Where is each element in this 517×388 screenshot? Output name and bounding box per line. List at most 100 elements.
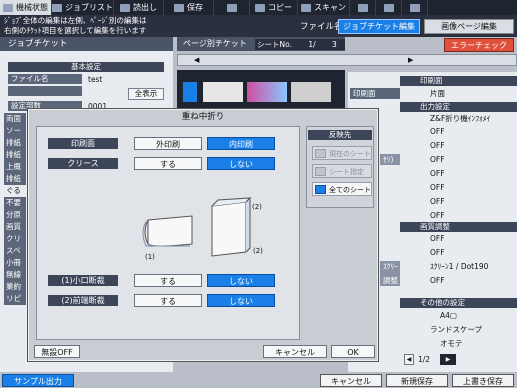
sidebar-item[interactable]: 小冊 (4, 257, 26, 269)
sidebar-item[interactable]: リピ (4, 293, 26, 305)
other-value: ランドスケープ (430, 325, 483, 334)
thumbnail-strip[interactable] (177, 70, 345, 108)
thumbnail[interactable] (247, 82, 287, 102)
checkbox-icon (315, 167, 326, 176)
diagram-label-2a: (2) (252, 203, 262, 211)
disable-button[interactable]: 無設OFF (34, 345, 80, 358)
job-ticket-title: ジョブチケット (0, 37, 173, 51)
pager-next-icon[interactable]: ▶ (440, 354, 456, 365)
sidebar-item[interactable]: 両面 (4, 113, 26, 125)
help-button[interactable] (402, 0, 428, 15)
footer-cancel-button[interactable]: キャンセル (320, 374, 382, 387)
output-row-label[interactable]: ｾﾘ) (380, 154, 400, 165)
error-check-button[interactable]: エラーチェック (444, 38, 514, 52)
sidebar-item[interactable]: クリ (4, 233, 26, 245)
sidebar-item[interactable]: スペ (4, 245, 26, 257)
pager-label: 1/2 (418, 355, 431, 364)
save-new-button[interactable]: 新規保存 (386, 374, 448, 387)
tab-image-page-edit[interactable]: 画像ページ編集 (424, 19, 514, 34)
volume-icon (383, 3, 394, 12)
quality-value: ｽｸﾘｰﾝ1 / Dot190 (430, 262, 489, 271)
quality-section: 画質調整 (400, 222, 517, 232)
output-value: OFF (430, 155, 445, 164)
output-value: OFF (430, 127, 445, 136)
inside-print-button[interactable]: 内印刷 (207, 137, 275, 150)
sidebar-item[interactable]: 排紙 (4, 149, 26, 161)
quality-value: OFF (430, 276, 445, 285)
scan-button[interactable]: スキャン (298, 0, 350, 15)
machine-status-button[interactable]: 機械状態 (0, 0, 52, 15)
copy-button[interactable]: コピー (250, 0, 298, 15)
output-value: OFF (430, 197, 445, 206)
blank-icon (226, 3, 237, 12)
apply-current-sheet-option[interactable]: 現在のシート (312, 146, 372, 160)
top-menu-bar: 機械状態 ジョブリスト 読出し 保存 コピー スキャン (0, 0, 517, 15)
thumbnail[interactable] (291, 82, 331, 102)
volume-button[interactable] (376, 0, 402, 15)
sidebar-item[interactable]: ソー (4, 125, 26, 137)
crease-label: クリース (48, 158, 118, 169)
quality-row-label[interactable]: 調整 (380, 275, 400, 286)
outside-print-button[interactable]: 外印刷 (134, 137, 202, 150)
apply-to-title: 反映先 (308, 130, 372, 140)
output-value: OFF (430, 211, 445, 220)
thumbnail-selected[interactable] (183, 82, 197, 102)
sidebar-item[interactable]: 分原 (4, 209, 26, 221)
gear-icon (357, 3, 368, 12)
filename-field-label: ファイル名 (8, 74, 82, 84)
help-icon (409, 3, 420, 12)
tab-job-ticket-edit[interactable]: ジョブチケット編集 (338, 19, 420, 34)
output-value: OFF (430, 183, 445, 192)
dialog-ok-button[interactable]: OK (331, 345, 375, 358)
apply-all-sheets-option[interactable]: 全てのシート (312, 182, 372, 196)
load-button[interactable]: 読出し (114, 0, 164, 15)
machine-icon (3, 3, 13, 12)
front-trim-label: (2)前端断裁 (48, 295, 118, 306)
copy-icon (255, 3, 265, 12)
scroll-right-icon[interactable]: ▶ (408, 56, 413, 64)
sheet-total: 3 (332, 40, 337, 49)
apply-specified-sheet-option[interactable]: シート指定 (312, 164, 372, 178)
sidebar-item[interactable]: 業約 (4, 281, 26, 293)
print-side-label[interactable]: 印刷面 (350, 88, 400, 99)
output-value: Z&F折り機ｲﾝﾌｫﾒｲ (430, 114, 491, 123)
sample-output-button[interactable]: サンプル出力 (2, 374, 74, 387)
edge-trim-off-button[interactable]: しない (207, 274, 275, 287)
diagram-label-1: (1) (145, 253, 155, 261)
front-trim-off-button[interactable]: しない (207, 294, 275, 307)
filename-field-value: test (88, 75, 103, 84)
sidebar-item[interactable]: 不要 (4, 197, 26, 209)
sidebar-item[interactable]: 無線 (4, 269, 26, 281)
print-side-value: 片面 (430, 89, 445, 98)
blank-menu-button[interactable] (214, 0, 250, 15)
crease-on-button[interactable]: する (134, 157, 202, 170)
crease-off-button[interactable]: しない (207, 157, 275, 170)
side-items-list: 両面 ソー 排紙 排紙 上概 排紙 ぐる 不要 分原 画質 クリ スペ 小冊 無… (4, 113, 28, 353)
sidebar-item[interactable]: ぐる (4, 185, 26, 197)
checkbox-checked-icon (315, 185, 326, 194)
dialog-cancel-button[interactable]: キャンセル (263, 345, 327, 358)
diagram-label-2b: (2) (253, 247, 263, 255)
sidebar-item[interactable]: 排紙 (4, 137, 26, 149)
sidebar-item[interactable]: 画質 (4, 221, 26, 233)
page-scroll-bar[interactable]: ◀ ▶ (177, 54, 517, 66)
job-list-button[interactable]: ジョブリスト (52, 0, 114, 15)
show-all-button[interactable]: 全表示 (128, 88, 164, 100)
other-value: A4▢ (440, 311, 457, 320)
sidebar-item[interactable]: 上概 (4, 161, 26, 173)
front-trim-on-button[interactable]: する (134, 294, 202, 307)
scan-icon (301, 3, 311, 12)
scroll-left-icon[interactable]: ◀ (194, 56, 199, 64)
settings-button[interactable] (350, 0, 376, 15)
edge-trim-on-button[interactable]: する (134, 274, 202, 287)
print-side-option-label: 印刷面 (48, 138, 118, 149)
dialog-title: 重ね中折り (181, 112, 225, 122)
thumbnail[interactable] (203, 82, 243, 102)
sheet-current: 1/ (308, 40, 316, 49)
sheet-number-box: シートNo. 1/ 3 (255, 39, 345, 50)
overwrite-save-button[interactable]: 上書き保存 (452, 374, 514, 387)
sidebar-item[interactable]: 排紙 (4, 173, 26, 185)
pager-prev-icon[interactable]: ◀ (404, 354, 414, 365)
save-menu-button[interactable]: 保存 (164, 0, 214, 15)
output-section: 出力設定 (400, 102, 517, 112)
